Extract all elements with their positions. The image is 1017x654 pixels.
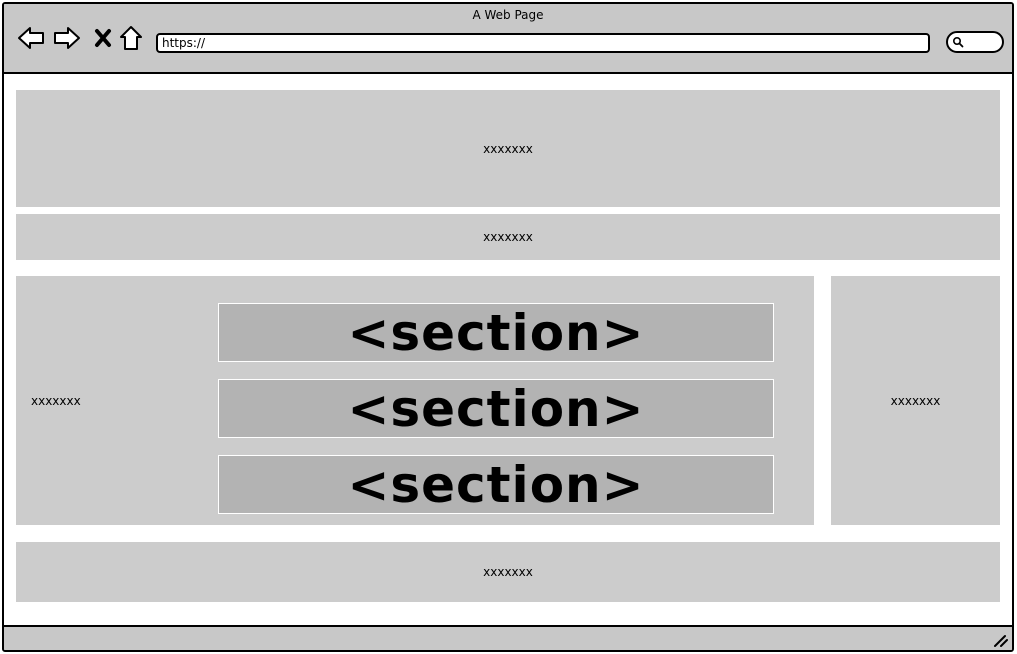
search-icon <box>952 36 964 48</box>
main-block: xxxxxxx <section> <section> <section> <box>16 276 814 525</box>
back-button[interactable] <box>16 24 46 52</box>
forward-button[interactable] <box>52 24 82 52</box>
section-box-3: <section> <box>218 455 774 514</box>
status-bar <box>4 625 1012 650</box>
footer-text: xxxxxxx <box>483 565 533 579</box>
close-icon <box>95 29 111 47</box>
header-block: xxxxxxx <box>16 90 1000 207</box>
section-box-2: <section> <box>218 379 774 438</box>
nav-text: xxxxxxx <box>483 230 533 244</box>
arrow-left-icon <box>18 27 44 49</box>
main-text: xxxxxxx <box>31 393 81 408</box>
search-input[interactable] <box>946 31 1004 53</box>
section-label: <section> <box>347 455 645 514</box>
browser-toolbar: A Web Page https:// <box>4 4 1012 74</box>
footer-block: xxxxxxx <box>16 542 1000 602</box>
header-text: xxxxxxx <box>483 141 533 156</box>
aside-text: xxxxxxx <box>890 393 941 408</box>
window-title: A Web Page <box>472 8 544 22</box>
section-label: <section> <box>347 379 645 438</box>
browser-window: A Web Page https:// xxxxxxx xxxxxxx xxxx… <box>2 2 1014 652</box>
home-icon <box>120 26 142 50</box>
aside-block: xxxxxxx <box>831 276 1000 525</box>
section-box-1: <section> <box>218 303 774 362</box>
stop-button[interactable] <box>88 24 118 52</box>
section-label: <section> <box>347 303 645 362</box>
arrow-right-icon <box>54 27 80 49</box>
resize-grip-icon[interactable] <box>992 633 1008 647</box>
nav-block: xxxxxxx <box>16 214 1000 260</box>
home-button[interactable] <box>116 24 146 52</box>
url-input[interactable]: https:// <box>156 33 930 53</box>
